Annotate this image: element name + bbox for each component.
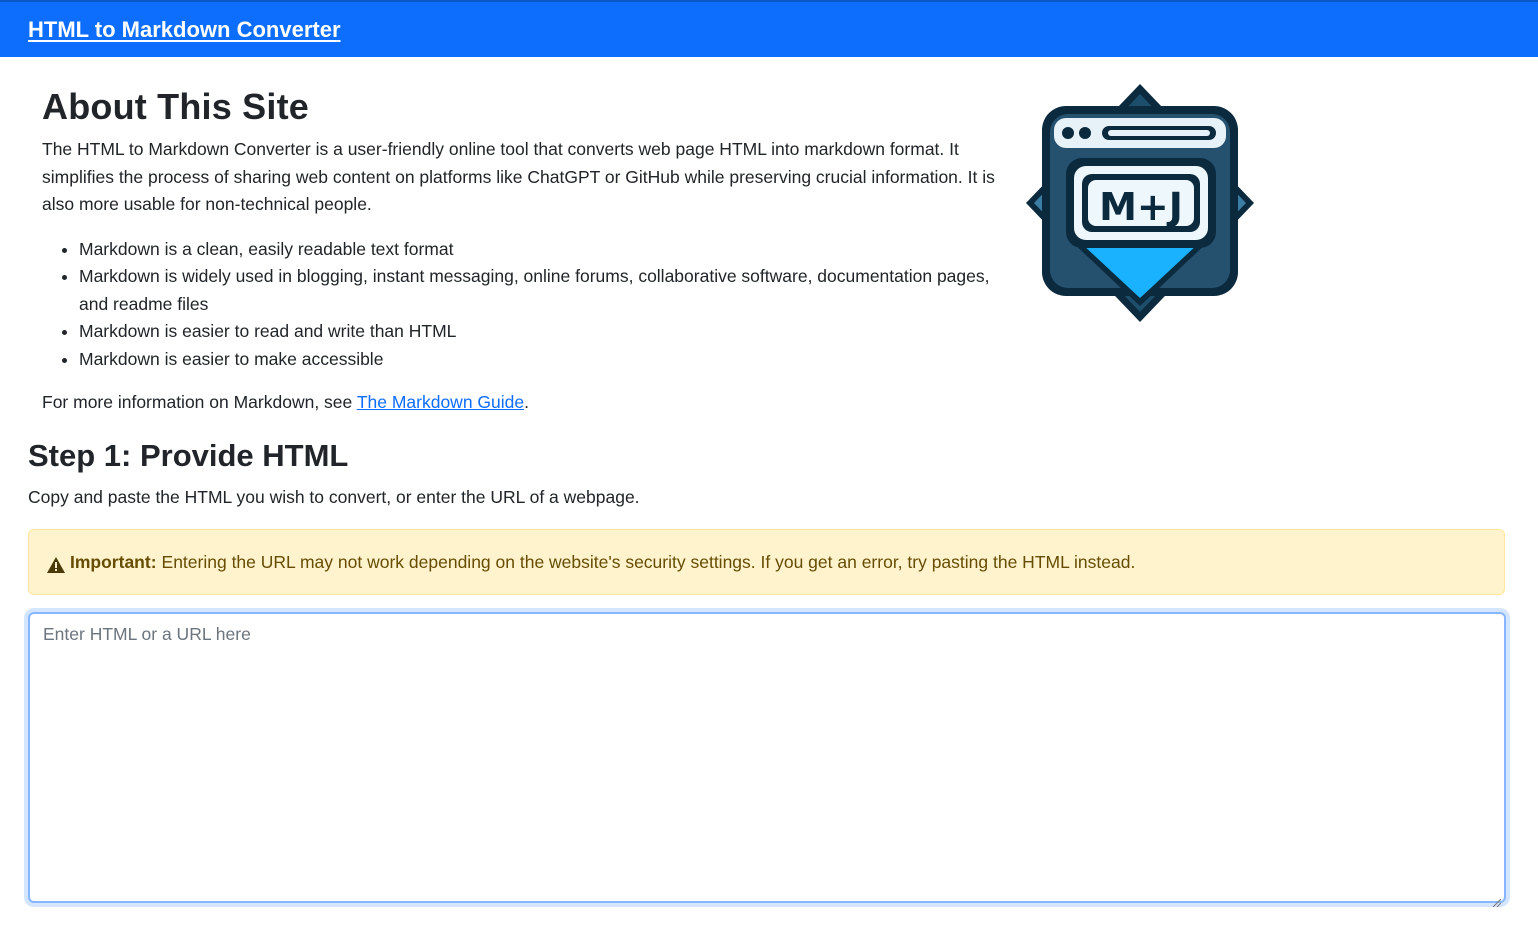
list-item: Markdown is a clean, easily readable tex… xyxy=(79,236,1000,264)
markdown-guide-link[interactable]: The Markdown Guide xyxy=(357,392,524,412)
more-info-suffix: . xyxy=(524,392,529,413)
list-item: Markdown is easier to read and write tha… xyxy=(79,318,1000,346)
list-item: Markdown is easier to make accessible xyxy=(79,346,1000,374)
site-title-link[interactable]: HTML to Markdown Converter xyxy=(28,13,341,46)
about-section: About This Site The HTML to Markdown Con… xyxy=(0,57,1000,417)
more-info-prefix: For more information on Markdown, see xyxy=(42,392,357,413)
logo-text: M+J xyxy=(1099,185,1183,229)
features-list: Markdown is a clean, easily readable tex… xyxy=(79,236,1000,374)
alert-label: Important: xyxy=(70,551,157,572)
important-alert: Important: Entering the URL may not work… xyxy=(28,528,1505,595)
navbar: HTML to Markdown Converter xyxy=(0,0,1538,57)
about-intro: The HTML to Markdown Converter is a user… xyxy=(42,139,995,215)
step1-heading: Step 1: Provide HTML xyxy=(28,437,349,473)
html-url-input[interactable] xyxy=(30,613,1504,901)
warning-triangle-icon xyxy=(47,554,65,573)
resize-handle-icon[interactable] xyxy=(1491,888,1502,908)
about-heading: About This Site xyxy=(42,86,309,127)
list-item: Markdown is widely used in blogging, ins… xyxy=(79,263,1000,318)
more-info: For more information on Markdown, see Th… xyxy=(42,389,1000,417)
html-input-container xyxy=(28,611,1506,908)
step1-section: Step 1: Provide HTML Copy and paste the … xyxy=(0,417,1538,908)
alert-text: Entering the URL may not work depending … xyxy=(161,551,1136,572)
step1-description: Copy and paste the HTML you wish to conv… xyxy=(28,486,640,507)
markdown-logo-icon: M+J xyxy=(1022,80,1258,326)
